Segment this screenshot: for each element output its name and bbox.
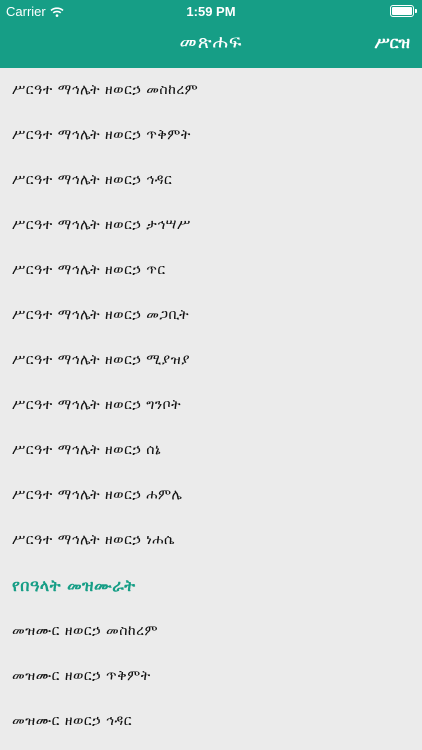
list-item[interactable]: ሥርዓተ ማኅሌት ዘወርኃ ሐምሌ — [0, 473, 422, 518]
list-item[interactable]: ሥርዓተ ማኅሌት ዘወርኃ መስከረም — [0, 68, 422, 113]
list-item[interactable]: ሥርዓተ ማኅሌት ዘወርኃ ሰኔ — [0, 428, 422, 473]
list-item[interactable]: ሥርዓተ ማኅሌት ዘወርኃ ኅዳር — [0, 158, 422, 203]
nav-action-button[interactable]: ሥርዝ — [374, 33, 410, 53]
status-time: 1:59 PM — [186, 4, 236, 19]
status-bar: Carrier 1:59 PM — [0, 0, 422, 22]
list-item[interactable]: መዝሙር ዘወርኃ ጥቅምት — [0, 654, 422, 699]
list-item[interactable]: ሥርዓተ ማኅሌት ዘወርኃ ነሐሴ — [0, 518, 422, 563]
book-list: ሥርዓተ ማኅሌት ዘወርኃ መስከረም ሥርዓተ ማኅሌት ዘወርኃ ጥቅምት… — [0, 68, 422, 750]
page-title: መጽሐፍ — [179, 31, 243, 53]
mezmur-section: መዝሙር ዘወርኃ መስከረም መዝሙር ዘወርኃ ጥቅምት መዝሙር ዘወርኃ… — [0, 609, 422, 744]
navigation-bar: መጽሐፍ ሥርዝ — [0, 22, 422, 68]
list-item[interactable]: ሥርዓተ ማኅሌት ዘወርኃ ግንቦት — [0, 383, 422, 428]
list-item[interactable]: ሥርዓተ ማኅሌት ዘወርኃ ጥር — [0, 248, 422, 293]
list-item[interactable]: ሥርዓተ ማኅሌት ዘወርኃ ታኅሣሥ — [0, 203, 422, 248]
list-item[interactable]: ሥርዓተ ማኅሌት ዘወርኃ መጋቢት — [0, 293, 422, 338]
app-header: Carrier 1:59 PM መጽሐፍ ሥርዝ — [0, 0, 422, 68]
list-item[interactable]: ሥርዓተ ማኅሌት ዘወርኃ ጥቅምት — [0, 113, 422, 158]
list-item[interactable]: ሥርዓተ ማኅሌት ዘወርኃ ሚያዝያ — [0, 338, 422, 383]
list-item[interactable]: መዝሙር ዘወርኃ መስከረም — [0, 609, 422, 654]
battery-icon — [390, 5, 417, 17]
section-header: የበዓላት መዝሙራት — [12, 576, 136, 595]
mahlet-section: ሥርዓተ ማኅሌት ዘወርኃ መስከረም ሥርዓተ ማኅሌት ዘወርኃ ጥቅምት… — [0, 68, 422, 563]
list-item[interactable]: መዝሙር ዘወርኃ ኅዳር — [0, 699, 422, 744]
